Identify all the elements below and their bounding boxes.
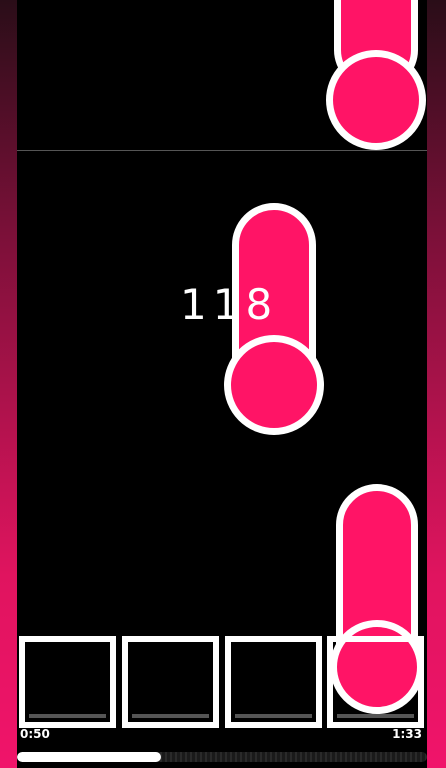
left-side-gradient [0, 0, 17, 768]
key-shine [132, 714, 209, 718]
combo-counter: 118 [180, 280, 279, 329]
lane-key-1[interactable] [19, 636, 116, 728]
lane-key-3[interactable] [225, 636, 322, 728]
time-elapsed: 0:50 [20, 727, 50, 741]
song-progress-fill [17, 752, 161, 762]
song-progress-bar[interactable] [17, 752, 427, 762]
right-side-gradient [427, 0, 446, 768]
judgement-line [17, 150, 427, 151]
key-shine [337, 714, 414, 718]
time-total: 1:33 [392, 727, 422, 741]
key-shine [29, 714, 106, 718]
lane-key-2[interactable] [122, 636, 219, 728]
key-shine [235, 714, 312, 718]
hold-note-lane-4-top [326, 0, 426, 150]
lane-key-4[interactable] [327, 636, 424, 728]
